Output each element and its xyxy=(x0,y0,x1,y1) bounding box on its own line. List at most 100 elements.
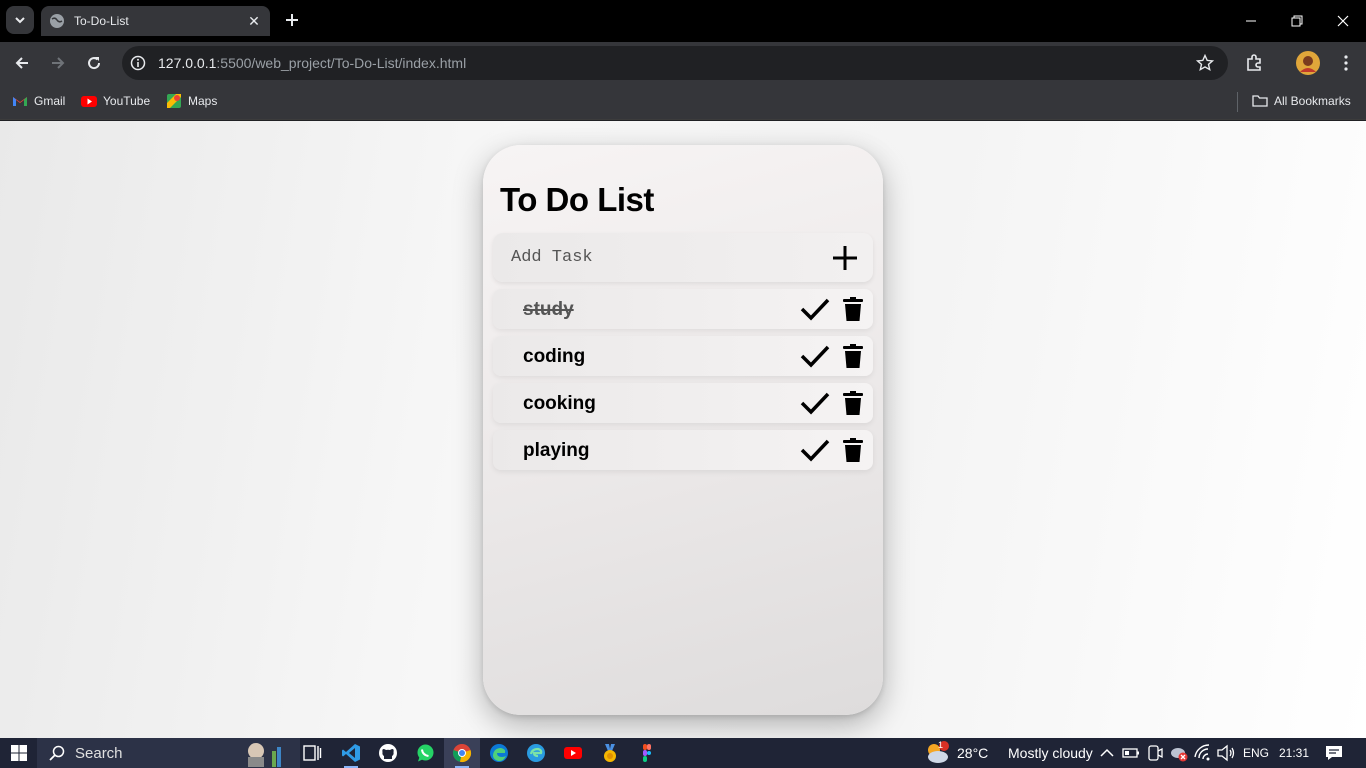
whatsapp-icon[interactable] xyxy=(415,743,435,763)
todo-card: To Do List study coding cooking pl xyxy=(483,145,883,715)
battery-icon[interactable] xyxy=(1121,743,1141,763)
check-icon[interactable] xyxy=(800,390,830,416)
close-icon xyxy=(1337,15,1349,27)
plus-icon xyxy=(286,14,298,26)
kebab-menu-icon xyxy=(1344,55,1348,71)
avatar-icon xyxy=(1296,51,1320,75)
clock[interactable]: 21:31 xyxy=(1279,746,1309,760)
bookmarks-bar: Gmail YouTube Maps All Bookmarks xyxy=(0,84,1366,120)
reload-button[interactable] xyxy=(81,51,107,75)
page-title: To Do List xyxy=(500,181,654,218)
task-item: coding xyxy=(493,336,873,376)
puzzle-icon xyxy=(1247,54,1261,71)
check-icon[interactable] xyxy=(800,343,830,369)
task-name: study xyxy=(523,299,574,320)
trash-icon[interactable] xyxy=(843,297,863,321)
check-icon[interactable] xyxy=(800,296,830,322)
youtube-icon xyxy=(81,96,97,107)
windows-logo-icon xyxy=(10,745,27,761)
all-bookmarks[interactable]: All Bookmarks xyxy=(1252,93,1351,109)
vscode-icon xyxy=(342,744,360,762)
weather-status[interactable]: Mostly cloudy xyxy=(1008,745,1093,761)
minimize-icon xyxy=(1246,20,1256,22)
task-item: cooking xyxy=(493,383,873,423)
task-item: study xyxy=(493,289,873,329)
browser-tab[interactable]: To-Do-List ✕ xyxy=(41,6,270,36)
gmail-icon xyxy=(13,97,27,106)
task-name: coding xyxy=(523,346,586,367)
back-button[interactable] xyxy=(9,51,35,75)
trash-icon[interactable] xyxy=(843,391,863,415)
notification-icon[interactable] xyxy=(1324,743,1344,763)
page-viewport: To Do List study coding cooking pl xyxy=(0,121,1366,738)
weather-cloudy-icon[interactable] xyxy=(924,741,950,765)
star-icon[interactable] xyxy=(1196,54,1214,72)
start-button[interactable] xyxy=(0,738,37,768)
tab-search-button[interactable] xyxy=(6,6,34,34)
profile-avatar[interactable] xyxy=(1294,49,1322,77)
globe-icon xyxy=(50,14,64,28)
address-bar[interactable]: 127.0.0.1:5500/web_project/To-Do-List/in… xyxy=(122,46,1228,80)
browser-menu-button[interactable] xyxy=(1333,51,1359,75)
github-icon[interactable] xyxy=(378,743,398,763)
chevron-up-icon[interactable] xyxy=(1097,743,1117,763)
bookmark-label: Maps xyxy=(188,94,218,108)
bookmark-youtube[interactable]: YouTube xyxy=(81,93,150,109)
speaker-icon[interactable] xyxy=(1216,743,1236,763)
forward-button[interactable] xyxy=(45,51,71,75)
new-tab-button[interactable] xyxy=(281,9,303,31)
restore-button[interactable] xyxy=(1274,0,1320,42)
url-text[interactable]: 127.0.0.1:5500/web_project/To-Do-List/in… xyxy=(158,55,466,71)
bookmark-gmail[interactable]: Gmail xyxy=(12,93,65,109)
tab-title: To-Do-List xyxy=(74,14,129,28)
bookmark-maps[interactable]: Maps xyxy=(166,93,217,109)
url-path: :5500/web_project/To-Do-List/index.html xyxy=(216,55,467,71)
chrome-icon xyxy=(452,744,472,763)
search-icon xyxy=(49,745,65,761)
chrome-taskbar-button[interactable] xyxy=(444,738,480,768)
all-bookmarks-label: All Bookmarks xyxy=(1274,94,1351,108)
task-name: playing xyxy=(523,440,590,461)
bookmark-label: YouTube xyxy=(103,94,151,108)
bookmarks-divider xyxy=(1237,92,1238,112)
task-view-icon[interactable] xyxy=(302,743,322,763)
taskbar-search[interactable]: Search xyxy=(37,738,300,768)
trash-icon[interactable] xyxy=(843,438,863,462)
camera-icon[interactable] xyxy=(1145,743,1165,763)
arrow-left-icon xyxy=(15,57,28,69)
wifi-icon[interactable] xyxy=(1193,743,1213,763)
task-name: cooking xyxy=(523,393,596,414)
close-tab-icon[interactable]: ✕ xyxy=(246,13,262,30)
edge-dev-icon[interactable] xyxy=(526,743,546,763)
weather-badge: 1 xyxy=(938,740,944,750)
task-item: playing xyxy=(493,430,873,470)
url-host: 127.0.0.1 xyxy=(158,55,217,71)
vscode-taskbar-button[interactable] xyxy=(333,738,369,768)
language-indicator[interactable]: ENG xyxy=(1243,746,1269,760)
medal-icon[interactable] xyxy=(600,743,620,763)
add-task-bar xyxy=(493,233,873,282)
task-list: study coding cooking playing xyxy=(493,289,873,477)
bookmark-label: Gmail xyxy=(34,94,66,108)
browser-tab-strip: To-Do-List ✕ xyxy=(0,0,1366,42)
extensions-button[interactable] xyxy=(1241,51,1267,75)
reload-icon xyxy=(88,57,101,70)
check-icon[interactable] xyxy=(800,437,830,463)
add-task-input[interactable] xyxy=(493,233,813,282)
info-icon[interactable] xyxy=(130,55,146,71)
edge-icon[interactable] xyxy=(489,743,509,763)
search-label: Search xyxy=(75,744,123,762)
figma-icon[interactable] xyxy=(637,743,657,763)
restore-icon xyxy=(1291,15,1303,27)
arrow-right-icon xyxy=(52,57,65,69)
folder-icon xyxy=(1252,95,1268,107)
minimize-button[interactable] xyxy=(1228,0,1274,42)
youtube-icon[interactable] xyxy=(563,743,583,763)
trash-icon[interactable] xyxy=(843,344,863,368)
temperature[interactable]: 28°C xyxy=(957,745,988,761)
chevron-down-icon xyxy=(15,17,25,24)
windows-taskbar: Search 1 28°C Mostly cloudy ENG 21:31 xyxy=(0,738,1366,768)
plus-icon[interactable] xyxy=(831,244,859,272)
close-window-button[interactable] xyxy=(1320,0,1366,42)
network-error-icon[interactable] xyxy=(1169,743,1189,763)
